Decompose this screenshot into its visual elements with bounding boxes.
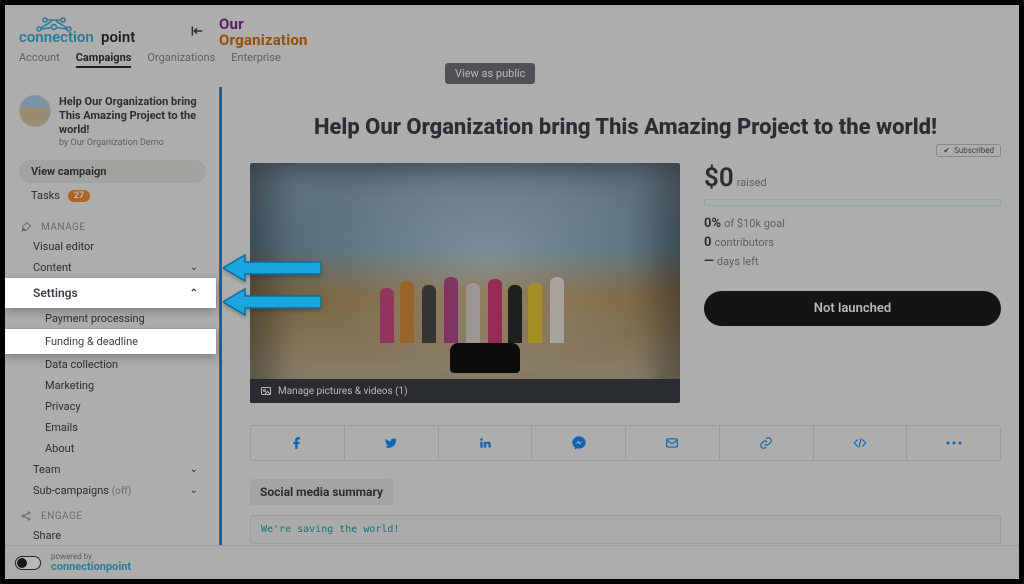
tasks-label: Tasks — [31, 189, 60, 202]
manage-icon — [19, 220, 33, 234]
share-linkedin[interactable] — [439, 426, 533, 460]
svg-text:point: point — [101, 28, 135, 46]
share-embed[interactable] — [814, 426, 908, 460]
org-title: Our Organization — [219, 17, 308, 49]
campaign-stats: $0raised 0%of $10k goal 0contributors —d… — [704, 163, 1001, 326]
days-left-line: —days left — [704, 254, 1001, 269]
sidebar-item-about[interactable]: About — [5, 438, 216, 459]
sidebar: Help Our Organization bring This Amazing… — [5, 87, 222, 545]
view-as-public-button[interactable]: View as public — [445, 63, 535, 84]
sidebar-item-settings[interactable]: Settings ⌃ — [5, 278, 216, 308]
sidebar-item-team[interactable]: Team⌄ — [5, 459, 216, 480]
launch-status-button[interactable]: Not launched — [704, 291, 1001, 326]
engage-icon — [19, 509, 33, 523]
share-more[interactable] — [907, 426, 1000, 460]
chevron-up-icon: ⌃ — [190, 288, 198, 299]
tab-account[interactable]: Account — [19, 51, 60, 68]
share-messenger[interactable] — [532, 426, 626, 460]
share-twitter[interactable] — [345, 426, 439, 460]
check-icon: ✔ — [943, 146, 950, 155]
social-summary-preview: We're saving the world! — [250, 515, 1001, 544]
tasks-badge: 27 — [68, 190, 90, 202]
tab-organizations[interactable]: Organizations — [147, 51, 215, 68]
tab-campaigns[interactable]: Campaigns — [76, 51, 132, 68]
sidebar-scrollbar[interactable] — [219, 87, 222, 545]
sidebar-item-sub-campaigns[interactable]: Sub-campaigns (off) ⌄ — [5, 480, 216, 501]
share-row — [250, 425, 1001, 461]
collapse-sidebar-button[interactable] — [183, 17, 211, 45]
section-manage: MANAGE — [5, 212, 216, 236]
sidebar-item-tasks[interactable]: Tasks 27 — [5, 183, 216, 212]
chevron-down-icon: ⌄ — [190, 485, 198, 496]
tab-enterprise[interactable]: Enterprise — [231, 51, 281, 68]
social-summary-header: Social media summary — [250, 479, 393, 505]
chevron-down-icon: ⌄ — [190, 464, 198, 475]
sidebar-item-funding-deadline[interactable]: Funding & deadline — [5, 329, 216, 354]
view-campaign-button[interactable]: View campaign — [19, 160, 206, 183]
raised-amount: $0raised — [704, 163, 1001, 193]
sidebar-item-content[interactable]: Content⌄ — [5, 257, 216, 278]
svg-text:connection: connection — [19, 28, 94, 46]
share-link[interactable] — [720, 426, 814, 460]
sidebar-item-data-collection[interactable]: Data collection — [5, 354, 216, 375]
sidebar-item-emails[interactable]: Emails — [5, 417, 216, 438]
section-engage: ENGAGE — [5, 501, 216, 525]
chevron-down-icon: ⌄ — [190, 262, 198, 273]
campaign-thumbnail — [19, 95, 51, 127]
sidebar-item-marketing[interactable]: Marketing — [5, 375, 216, 396]
footer: powered by connectionpoint — [5, 545, 1019, 579]
sidebar-item-privacy[interactable]: Privacy — [5, 396, 216, 417]
subscribed-chip[interactable]: ✔ Subscribed — [936, 144, 1001, 157]
sidebar-item-visual-editor[interactable]: Visual editor — [5, 236, 216, 257]
contributors-line: 0contributors — [704, 235, 1001, 250]
sidebar-item-payment-processing[interactable]: Payment processing — [5, 308, 216, 329]
sidebar-item-share[interactable]: Share — [5, 525, 216, 545]
annotation-arrow-settings — [223, 253, 321, 283]
goal-line: 0%of $10k goal — [704, 216, 1001, 231]
share-facebook[interactable] — [251, 426, 345, 460]
page-title: Help Our Organization bring This Amazing… — [250, 115, 1001, 140]
campaign-title-small: Help Our Organization bring This Amazing… — [59, 95, 206, 136]
theme-toggle[interactable] — [15, 556, 41, 570]
manage-pictures-button[interactable]: Manage pictures & videos (1) — [250, 379, 680, 403]
progress-bar — [704, 199, 1001, 206]
campaign-header[interactable]: Help Our Organization bring This Amazing… — [5, 87, 216, 152]
brand-logo: connection point — [13, 13, 175, 49]
annotation-arrow-funding — [223, 287, 321, 317]
main-content: Help Our Organization bring This Amazing… — [222, 87, 1019, 545]
campaign-byline: by Our Organization Demo — [59, 138, 206, 148]
hero-image[interactable]: Manage pictures & videos (1) — [250, 163, 680, 403]
powered-by: powered by connectionpoint — [51, 553, 131, 572]
share-email[interactable] — [626, 426, 720, 460]
